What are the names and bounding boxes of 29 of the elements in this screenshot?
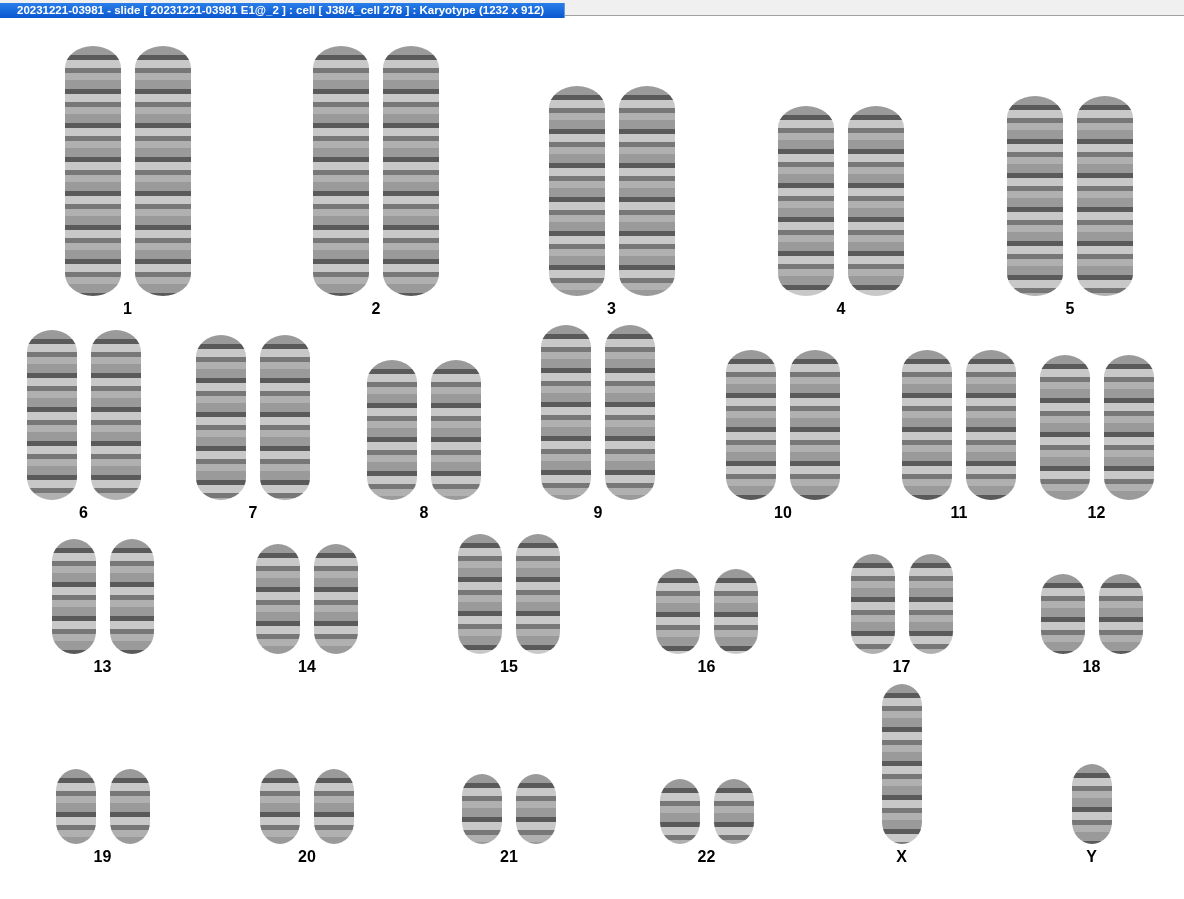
chromosome-label: 13 bbox=[93, 658, 112, 676]
chromosome-label: 7 bbox=[248, 504, 258, 522]
chromosome-label: 4 bbox=[836, 300, 846, 318]
window-title: 20231221-03981 - slide [ 20231221-03981 E1@_2 ] : cell [ J38/4_cell 278 ] : Karyotype (1232 x 912) bbox=[0, 3, 566, 18]
chromosome-label: 8 bbox=[419, 504, 429, 522]
chromosome-label: 17 bbox=[892, 658, 911, 676]
chromosome-label: 16 bbox=[697, 658, 716, 676]
chromosome-label: 14 bbox=[298, 658, 316, 676]
chromosome-label: 22 bbox=[697, 848, 716, 866]
chromosome-label: 2 bbox=[371, 300, 381, 318]
chromosome-image bbox=[462, 774, 502, 844]
chromosome-image bbox=[516, 774, 556, 844]
chromosome-label: 9 bbox=[593, 504, 603, 522]
chromosome-label: Y bbox=[1086, 848, 1097, 866]
chromosome-label: 6 bbox=[79, 504, 88, 522]
chromosome-label: 10 bbox=[774, 504, 792, 522]
chromosome-label: 12 bbox=[1087, 504, 1106, 522]
chromosome-label: 18 bbox=[1082, 658, 1101, 676]
chromosome-image bbox=[659, 779, 700, 844]
chromosome-image bbox=[713, 779, 754, 844]
chromosome-label: 11 bbox=[950, 504, 968, 522]
chromosome-label: 20 bbox=[298, 848, 316, 866]
chromosome-label: 19 bbox=[93, 848, 112, 866]
chromosome-label: 1 bbox=[123, 300, 132, 318]
chromosome-label: 3 bbox=[607, 300, 616, 318]
chromosome-label: X bbox=[896, 848, 907, 866]
chromosome-label: 21 bbox=[500, 848, 518, 866]
chromosome-label: 15 bbox=[500, 658, 518, 676]
chromosome-label: 5 bbox=[1065, 300, 1075, 318]
